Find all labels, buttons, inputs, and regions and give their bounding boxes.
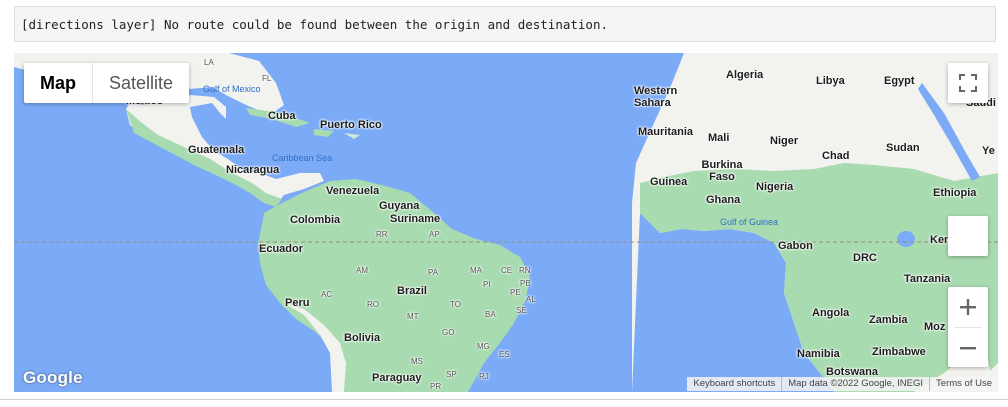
country-label: Mali — [708, 132, 730, 144]
state-label: PA — [428, 268, 439, 277]
country-label: Suriname — [390, 213, 441, 225]
country-label: Gabon — [778, 240, 813, 252]
keyboard-shortcuts-link[interactable]: Keyboard shortcuts — [687, 377, 781, 391]
state-label: SE — [516, 306, 527, 315]
country-label: Western Sahara — [634, 85, 678, 109]
country-label: Namibia — [797, 348, 840, 360]
country-label: Egypt — [884, 75, 915, 87]
country-label: Nicaragua — [226, 164, 280, 176]
state-label: PI — [483, 280, 491, 289]
state-label: RO — [367, 300, 379, 309]
country-label: Brazil — [397, 285, 427, 297]
country-label: Puerto Rico — [320, 119, 382, 131]
state-label: MT — [407, 312, 419, 321]
zoom-in-button[interactable] — [948, 287, 988, 327]
street-view-button[interactable] — [948, 216, 988, 256]
state-label: FL — [262, 74, 272, 83]
country-label: Ecuador — [259, 243, 304, 255]
country-label: Angola — [812, 307, 850, 319]
caribbean-sea-label: Caribbean Sea — [272, 153, 333, 163]
fullscreen-button[interactable] — [948, 63, 988, 103]
state-label: RN — [519, 266, 531, 275]
map-type-map-button[interactable]: Map — [24, 63, 93, 103]
state-label: TO — [450, 300, 461, 309]
state-label: MA — [470, 266, 482, 275]
country-label: Libya — [816, 75, 845, 87]
state-label: SP — [446, 370, 457, 379]
country-label: Colombia — [290, 214, 341, 226]
map-data-attribution: Map data ©2022 Google, INEGI — [788, 378, 924, 389]
country-label: Moz — [924, 321, 946, 333]
state-label: MG — [477, 342, 490, 351]
state-label: AM — [356, 266, 368, 275]
state-label: LA — [204, 58, 214, 67]
map-type-control: Map Satellite — [24, 63, 190, 103]
country-label: Guyana — [379, 200, 420, 212]
state-label: AL — [526, 295, 536, 304]
gulf-of-mexico-label: Gulf of Mexico — [203, 84, 261, 94]
country-label: Zambia — [869, 314, 908, 326]
state-label: ES — [499, 350, 510, 359]
zoom-control — [948, 287, 988, 367]
google-logo: Google — [23, 368, 83, 387]
country-label: Peru — [285, 297, 310, 309]
state-label: PE — [510, 288, 521, 297]
country-label: Ghana — [706, 194, 741, 206]
error-message: [directions layer] No route could be fou… — [14, 6, 996, 42]
country-label: Guinea — [650, 176, 688, 188]
country-label: Bolivia — [344, 332, 381, 344]
country-label: Ye — [982, 145, 995, 157]
gulf-of-guinea-label: Gulf of Guinea — [720, 217, 779, 227]
map-view[interactable]: Gulf of Mexico Caribbean Sea Gulf of Gui… — [14, 53, 998, 392]
country-label: Burkina Faso — [701, 159, 743, 183]
state-label: CE — [501, 266, 513, 275]
state-label: PR — [430, 382, 442, 391]
map-type-satellite-button[interactable]: Satellite — [93, 63, 189, 103]
country-label: Mauritania — [638, 126, 694, 138]
attribution-bar: Keyboard shortcuts Map data ©2022 Google… — [687, 377, 998, 391]
bottom-divider — [0, 399, 1008, 400]
fullscreen-icon — [959, 74, 977, 92]
state-label: AP — [429, 230, 440, 239]
country-label: Ethiopia — [933, 187, 977, 199]
country-label: Nigeria — [756, 181, 794, 193]
country-label: Algeria — [726, 69, 764, 81]
country-label: Niger — [770, 135, 799, 147]
country-label: Venezuela — [326, 185, 380, 197]
state-label: RR — [376, 230, 388, 239]
country-label: Sudan — [886, 142, 920, 154]
minus-icon — [960, 347, 976, 350]
country-label: Chad — [822, 150, 850, 162]
country-label: Zimbabwe — [872, 346, 926, 358]
state-label: BA — [485, 310, 496, 319]
country-label: DRC — [853, 252, 877, 264]
terms-of-use-link[interactable]: Terms of Use — [930, 377, 998, 391]
country-label: Cuba — [268, 110, 296, 122]
state-label: GO — [442, 328, 455, 337]
state-label: MS — [411, 357, 423, 366]
state-label: AC — [321, 290, 333, 299]
state-label: RJ — [479, 372, 489, 381]
state-label: PB — [520, 279, 531, 288]
zoom-out-button[interactable] — [948, 328, 988, 368]
country-label: Tanzania — [904, 273, 951, 285]
country-label: Paraguay — [372, 372, 422, 384]
country-label: Guatemala — [188, 144, 245, 156]
plus-icon — [960, 299, 976, 315]
